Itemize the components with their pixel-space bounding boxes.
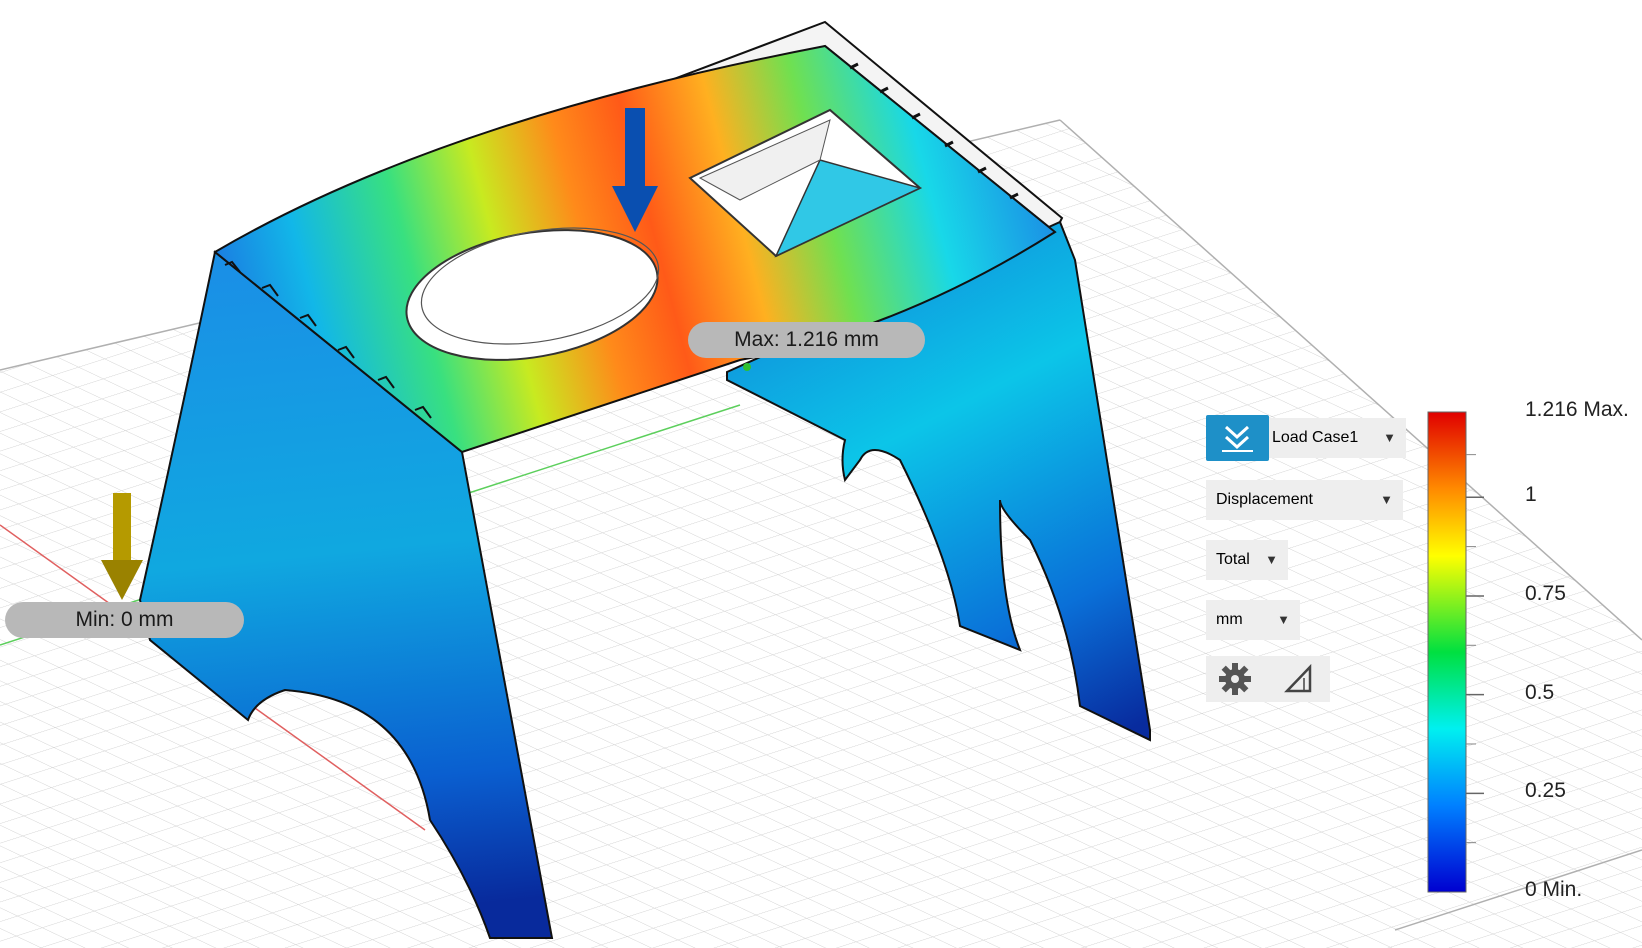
min-probe-label[interactable]: Min: 0 mm — [5, 602, 244, 638]
gear-icon[interactable] — [1218, 662, 1252, 696]
legend-tools-row — [1206, 656, 1330, 702]
result-type-value: Displacement — [1216, 491, 1313, 508]
legend-tick-label: 0.75 — [1525, 581, 1566, 605]
double-chevron-down-icon — [1222, 425, 1253, 452]
triangle-ruler-icon[interactable] — [1284, 664, 1314, 694]
chevron-down-icon: ▼ — [1265, 552, 1278, 567]
component-dropdown[interactable]: Total ▼ — [1206, 540, 1288, 580]
load-case-toggle-button[interactable] — [1206, 415, 1269, 461]
chevron-down-icon: ▼ — [1383, 430, 1396, 445]
legend-tick-label: 1 — [1525, 483, 1537, 507]
component-value: Total — [1216, 551, 1250, 568]
legend-max-label: 1.216 Max. — [1525, 398, 1629, 421]
load-case-value: Load Case1 — [1272, 429, 1359, 446]
max-probe-point[interactable] — [743, 363, 751, 371]
chevron-down-icon: ▼ — [1277, 612, 1290, 627]
legend-min-label: 0 Min. — [1525, 878, 1583, 901]
legend-tick-label: 0.25 — [1525, 779, 1566, 803]
chevron-down-icon: ▼ — [1380, 492, 1393, 507]
3d-viewport[interactable] — [0, 0, 1642, 948]
unit-value: mm — [1216, 611, 1243, 628]
legend-tick-label: 0.5 — [1525, 680, 1555, 704]
max-probe-label[interactable]: Max: 1.216 mm — [688, 322, 925, 358]
result-type-dropdown[interactable]: Displacement ▼ — [1206, 480, 1403, 520]
unit-dropdown[interactable]: mm ▼ — [1206, 600, 1300, 640]
load-case-dropdown[interactable]: Load Case1 ▼ — [1269, 418, 1406, 458]
